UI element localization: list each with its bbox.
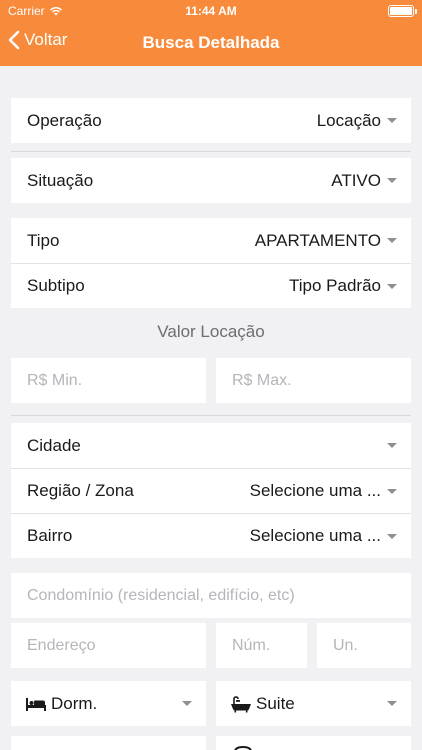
caret-down-icon <box>387 701 397 706</box>
suite-label: Suite <box>256 693 295 713</box>
numero-input[interactable] <box>232 636 307 655</box>
operacao-label: Operação <box>27 110 102 130</box>
unidade-field[interactable] <box>317 623 411 668</box>
bed-icon <box>26 697 46 711</box>
divider <box>11 151 411 152</box>
unidade-input[interactable] <box>333 636 411 655</box>
situacao-select[interactable]: Situação ATIVO <box>11 158 411 203</box>
caret-down-icon <box>387 283 397 289</box>
operacao-select[interactable]: Operação Locação <box>11 98 411 143</box>
operacao-value: Locação <box>316 110 381 130</box>
tipo-value: APARTAMENTO <box>254 230 381 250</box>
cidade-select[interactable]: Cidade <box>11 423 411 468</box>
valor-section-title: Valor Locação <box>157 322 265 341</box>
tipo-select[interactable]: Tipo APARTAMENTO <box>11 218 411 263</box>
dorm-label: Dorm. <box>51 693 98 713</box>
clock: 11:44 AM <box>185 4 237 18</box>
regiao-select[interactable]: Região / Zona Selecione uma ... <box>11 468 411 513</box>
operacao-group: Operação Locação <box>11 98 411 143</box>
bathtub-icon <box>231 695 251 712</box>
localizacao-group: Cidade Região / Zona Selecione uma ... B… <box>11 423 411 558</box>
valor-max-field[interactable] <box>216 358 411 403</box>
header: Carrier 11:44 AM Voltar Busca Detalhada <box>0 0 422 66</box>
subtipo-select[interactable]: Subtipo Tipo Padrão <box>11 263 411 308</box>
caret-down-icon <box>387 238 397 243</box>
numero-field[interactable] <box>216 623 307 668</box>
tipo-label: Tipo <box>27 230 60 250</box>
bairro-value: Selecione uma ... <box>249 526 381 545</box>
tipo-group: Tipo APARTAMENTO Subtipo Tipo Padrão <box>11 218 411 308</box>
cidade-label: Cidade <box>27 435 81 455</box>
extra-select-partial[interactable] <box>216 736 411 750</box>
caret-down-icon <box>387 533 397 539</box>
bairro-select[interactable]: Bairro Selecione uma ... <box>11 513 411 558</box>
nav-bar: Voltar Busca Detalhada <box>0 22 422 66</box>
caret-down-icon <box>387 118 397 123</box>
bairro-label: Bairro <box>27 526 73 545</box>
condominio-input[interactable] <box>27 586 411 605</box>
regiao-label: Região / Zona <box>27 481 134 500</box>
regiao-value: Selecione uma ... <box>249 481 381 500</box>
status-bar: Carrier 11:44 AM <box>0 0 422 22</box>
caret-down-icon <box>387 488 397 494</box>
subtipo-value: Tipo Padrão <box>289 276 381 295</box>
situacao-label: Situação <box>27 170 94 190</box>
valor-min-input[interactable] <box>27 371 206 390</box>
page-title: Busca Detalhada <box>142 33 280 52</box>
divider <box>11 415 411 416</box>
garagem-select-partial[interactable] <box>11 736 206 750</box>
valor-min-field[interactable] <box>11 358 206 403</box>
valor-max-input[interactable] <box>232 371 411 390</box>
caret-down-icon <box>182 701 192 706</box>
endereco-field[interactable] <box>11 623 206 668</box>
partial-icon <box>234 745 252 750</box>
situacao-value: ATIVO <box>331 170 381 190</box>
caret-down-icon <box>387 178 397 183</box>
subtipo-label: Subtipo <box>27 276 85 295</box>
suite-select[interactable]: Suite <box>216 681 411 726</box>
endereco-input[interactable] <box>27 636 206 655</box>
battery-icon <box>388 5 417 17</box>
condominio-field[interactable] <box>11 573 411 618</box>
situacao-group: Situação ATIVO <box>11 158 411 203</box>
caret-down-icon <box>387 443 397 448</box>
dorm-select[interactable]: Dorm. <box>11 681 206 726</box>
